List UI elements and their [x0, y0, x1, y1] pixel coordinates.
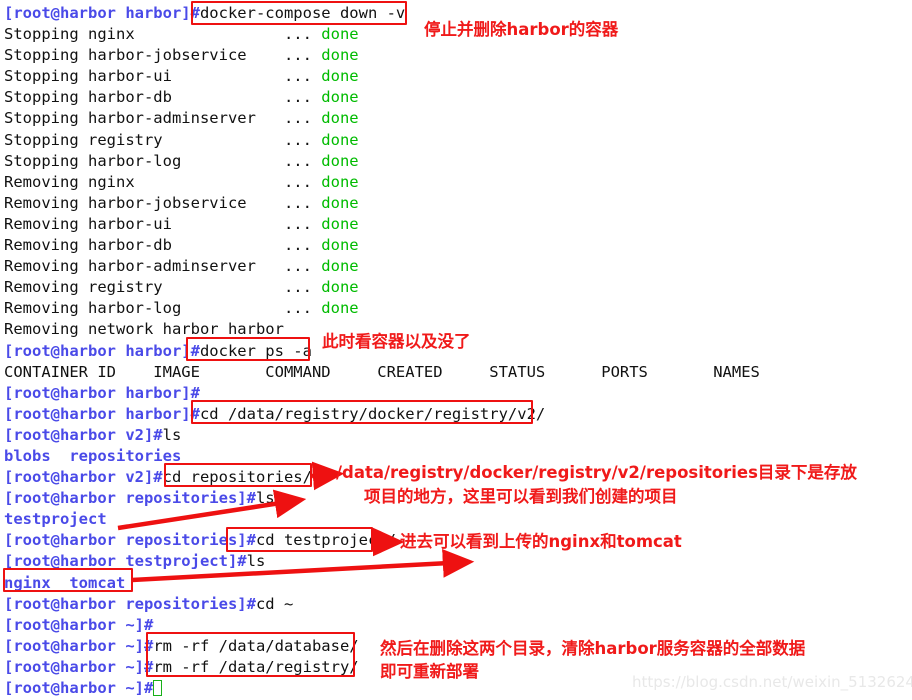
shell-prompt: [root@harbor ~]#	[4, 679, 154, 697]
shell-prompt: [root@harbor v2]#	[4, 425, 163, 444]
shell-prompt: [root@harbor harbor]#	[4, 383, 200, 402]
note-delete-2: 即可重新部署	[380, 662, 479, 681]
shell-prompt: [root@harbor harbor]#	[4, 341, 200, 360]
terminal-line: Removing harbor-ui ... done	[4, 214, 912, 235]
shell-command: ls	[162, 425, 182, 444]
terminal-line: Removing harbor-jobservice ... done	[4, 193, 912, 214]
text-cursor	[153, 680, 163, 696]
output-text: Stopping harbor-log ...	[4, 151, 322, 170]
terminal-line: Removing harbor-db ... done	[4, 235, 912, 256]
status-done: done	[321, 109, 359, 128]
shell-prompt: [root@harbor ~]#	[4, 636, 154, 655]
terminal-line: [root@harbor ~]#	[4, 615, 912, 636]
output-text: Removing nginx ...	[4, 172, 322, 191]
watermark: https://blog.csdn.net/weixin_51326240	[632, 673, 912, 691]
status-done: done	[321, 214, 359, 233]
terminal-line: [root@harbor testproject]#ls	[4, 551, 912, 572]
note-no-containers: 此时看容器以及没了	[322, 332, 471, 351]
terminal-line: Removing harbor-adminserver ... done	[4, 256, 912, 277]
status-done: done	[321, 88, 359, 107]
shell-prompt: [root@harbor ~]#	[4, 615, 154, 634]
terminal-line: [root@harbor v2]#ls	[4, 425, 912, 446]
output-text: Stopping harbor-jobservice ...	[4, 46, 322, 65]
shell-prompt: [root@harbor repositories]#	[4, 489, 256, 508]
output-text: Removing harbor-log ...	[4, 299, 322, 318]
terminal-line: Stopping harbor-ui ... done	[4, 66, 912, 87]
terminal-line: nginx tomcat	[4, 573, 912, 594]
highlight-cd-repositories	[164, 463, 312, 487]
terminal-line: [root@harbor repositories]#cd ~	[4, 594, 912, 615]
terminal-line: Stopping harbor-adminserver ... done	[4, 108, 912, 129]
shell-prompt: [root@harbor harbor]#	[4, 4, 200, 22]
highlight-cd-testproject	[226, 527, 373, 552]
output-text: Stopping harbor-adminserver ...	[4, 109, 322, 128]
status-done: done	[321, 67, 359, 86]
shell-prompt: [root@harbor v2]#	[4, 468, 163, 487]
status-done: done	[321, 25, 359, 44]
directory-listing: testproject	[4, 510, 107, 529]
output-text: CONTAINER ID IMAGE COMMAND CREATED STATU…	[4, 362, 760, 381]
status-done: done	[321, 151, 359, 170]
terminal-line: CONTAINER ID IMAGE COMMAND CREATED STATU…	[4, 362, 912, 383]
shell-prompt: [root@harbor harbor]#	[4, 404, 200, 423]
output-text: Stopping harbor-db ...	[4, 88, 322, 107]
status-done: done	[321, 236, 359, 255]
note-delete-1: 然后在删除这两个目录，清除harbor服务容器的全部数据	[380, 639, 806, 658]
output-text: Removing harbor-ui ...	[4, 214, 322, 233]
directory-listing: blobs repositories	[4, 446, 182, 465]
note-stop-remove: 停止并删除harbor的容器	[424, 20, 619, 39]
status-done: done	[321, 130, 359, 149]
output-text: Stopping registry ...	[4, 130, 322, 149]
status-done: done	[321, 172, 359, 191]
status-done: done	[321, 193, 359, 212]
highlight-nginx-tomcat	[3, 568, 133, 592]
shell-command: ls	[246, 552, 266, 571]
status-done: done	[321, 46, 359, 65]
highlight-rm-commands	[146, 632, 355, 677]
highlight-cd-registry-v2	[191, 400, 533, 424]
status-done: done	[321, 257, 359, 276]
status-done: done	[321, 278, 359, 297]
output-text: Removing harbor-jobservice ...	[4, 193, 322, 212]
highlight-docker-ps-a	[186, 337, 310, 361]
highlight-docker-compose-down	[191, 1, 407, 25]
terminal-line: Removing registry ... done	[4, 277, 912, 298]
shell-command: ls	[255, 489, 275, 508]
note-testproject: 进去可以看到上传的nginx和tomcat	[400, 532, 682, 551]
shell-command: cd ~	[255, 594, 294, 613]
shell-prompt: [root@harbor repositories]#	[4, 531, 256, 550]
output-text: Stopping harbor-ui ...	[4, 67, 322, 86]
terminal-line: testproject	[4, 509, 912, 530]
terminal-screenshot: [root@harbor harbor]#docker-compose down…	[0, 0, 912, 700]
shell-prompt: [root@harbor ~]#	[4, 657, 154, 676]
terminal-line: Removing nginx ... done	[4, 172, 912, 193]
shell-prompt: [root@harbor repositories]#	[4, 594, 256, 613]
terminal-line: Stopping harbor-jobservice ... done	[4, 45, 912, 66]
output-text: Removing network harbor_harbor	[4, 320, 284, 339]
terminal-line: Stopping harbor-log ... done	[4, 151, 912, 172]
output-text: Removing harbor-db ...	[4, 236, 322, 255]
status-done: done	[321, 299, 359, 318]
output-text: Removing harbor-adminserver ...	[4, 257, 322, 276]
terminal-line: Removing harbor-log ... done	[4, 298, 912, 319]
terminal-line: Stopping harbor-db ... done	[4, 87, 912, 108]
note-repositories-2: 项目的地方，这里可以看到我们创建的项目	[364, 487, 678, 506]
terminal-line: Stopping registry ... done	[4, 130, 912, 151]
output-text: Stopping nginx ...	[4, 25, 322, 44]
output-text: Removing registry ...	[4, 278, 322, 297]
note-repositories-1: /data/registry/docker/registry/v2/reposi…	[336, 463, 857, 482]
